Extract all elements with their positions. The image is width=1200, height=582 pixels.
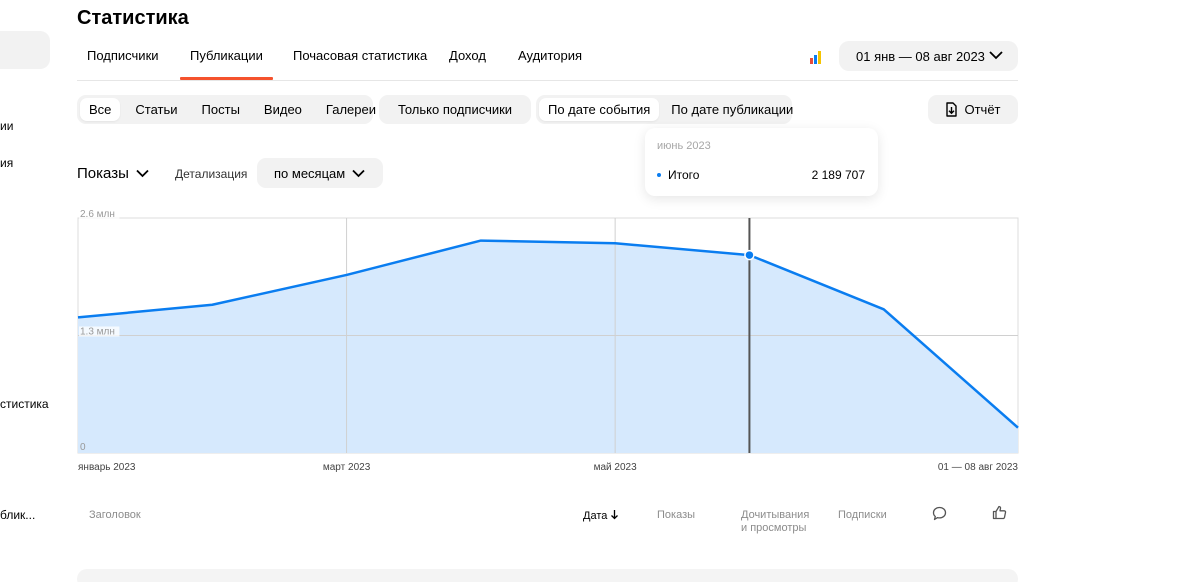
metric-selector[interactable]: Показы [77,165,149,182]
x-tick-label: 01 — 08 авг 2023 [938,462,1019,473]
x-tick-label: март 2023 [323,462,371,473]
tooltip-value: 2 189 707 [811,168,865,182]
column-reads-line2: и просмотры [741,522,807,534]
sidebar-item[interactable]: блик... [0,508,35,522]
filter-video[interactable]: Видео [255,98,311,121]
filter-articles[interactable]: Статьи [126,98,186,121]
sidebar: ии ия стистика блик... [0,0,60,582]
x-tick-label: май 2023 [594,462,637,473]
date-range-picker[interactable]: 01 янв — 08 авг 2023 [839,41,1018,71]
sidebar-active-item[interactable] [0,31,50,69]
date-mode-filter: По дате события По дате публикации [536,95,793,124]
highlighted-point[interactable] [744,249,755,261]
sidebar-item[interactable]: ия [0,156,13,170]
filter-all[interactable]: Все [80,98,121,121]
report-button-label: Отчёт [964,102,1001,117]
comment-icon[interactable] [932,506,947,521]
column-reads[interactable]: Дочитывания и просмотры [741,509,809,535]
column-reads-line1: Дочитывания [741,509,810,521]
only-subscribers-toggle[interactable]: Только подписчики [379,95,531,124]
date-range-value: 01 янв — 08 авг 2023 [856,48,985,64]
content-type-filter: Все Статьи Посты Видео Галереи [77,95,376,124]
views-chart[interactable]: 2.6 млн 1.3 млн 0 январь 2023 март 2023 май 2… [77,205,1022,475]
column-date-label: Дата [583,510,608,522]
date-mode-by-event[interactable]: По дате события [539,98,660,121]
x-tick-label: январь 2023 [78,462,136,473]
column-title[interactable]: Заголовок [89,509,141,522]
detail-selector[interactable]: по месяцам [257,158,383,188]
tooltip-label: Итого [668,168,700,182]
column-views[interactable]: Показы [657,509,695,522]
page-title: Статистика [77,7,189,29]
filter-posts[interactable]: Посты [193,98,249,121]
tab-subscribers[interactable]: Подписчики [87,48,159,80]
detail-value: по месяцам [274,165,346,181]
like-icon[interactable] [992,505,1007,520]
report-button[interactable]: Отчёт [928,95,1018,124]
chevron-down-icon [352,169,365,177]
tooltip-series-dot [657,173,661,177]
detail-label: Детализация [175,167,248,181]
y-tick-label: 0 [80,442,86,453]
tab-hourly-stats[interactable]: Почасовая статистика [293,48,427,80]
download-file-icon [946,102,958,117]
bar-chart-icon [810,51,821,64]
sort-arrow-down-icon [611,510,619,520]
sidebar-item[interactable]: ии [0,119,13,133]
column-subscriptions[interactable]: Подписки [838,509,887,522]
y-tick-label: 1.3 млн [80,327,115,338]
chart-tooltip: июнь 2023 Итого 2 189 707 [645,128,878,196]
column-date[interactable]: Дата [583,509,619,523]
tab-publications[interactable]: Публикации [180,48,273,80]
filter-galleries[interactable]: Галереи [317,98,385,121]
chevron-down-icon [989,51,1003,60]
sidebar-item[interactable]: стистика [0,397,49,411]
metric-label: Показы [77,165,129,182]
tab-audience[interactable]: Аудитория [518,48,582,80]
tooltip-period: июнь 2023 [657,140,711,152]
table-row[interactable] [77,569,1018,582]
y-tick-label: 2.6 млн [80,209,115,220]
date-mode-by-publication[interactable]: По дате публикации [662,98,802,121]
chevron-down-icon [136,169,149,178]
tab-income[interactable]: Доход [449,48,486,80]
